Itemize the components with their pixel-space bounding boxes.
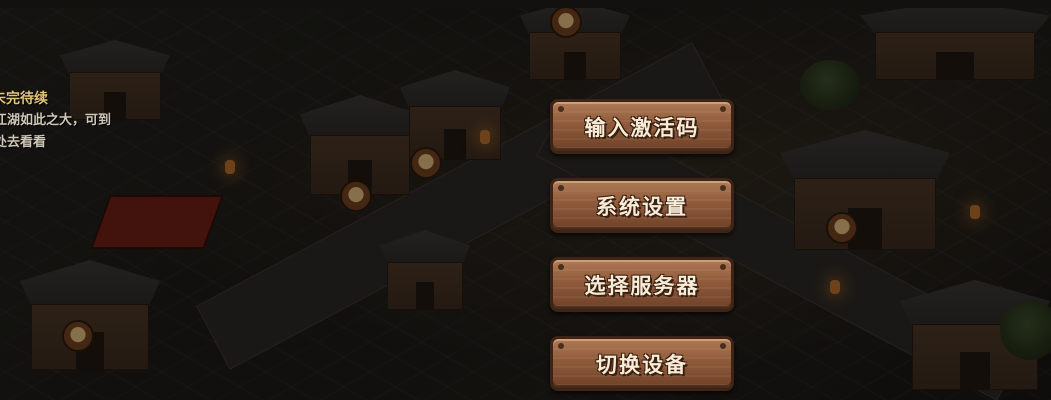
select-server-button[interactable]: 选择服务器 bbox=[548, 254, 736, 316]
quest-notice: 未完待续 江湖如此之大，可到 处去看看 bbox=[0, 88, 170, 154]
town-map-background bbox=[0, 0, 1051, 400]
overlay-dim bbox=[0, 0, 1051, 400]
button-label: 系统设置 bbox=[596, 195, 688, 219]
button-label: 输入激活码 bbox=[584, 116, 700, 140]
quest-text-line-2: 处去看看 bbox=[0, 135, 47, 150]
quest-title: 未完待续 bbox=[0, 91, 48, 107]
quest-text-line-1: 江湖如此之大，可到 bbox=[0, 113, 112, 128]
button-label: 选择服务器 bbox=[584, 274, 700, 298]
settings-menu: 输入激活码 系统设置 选择服务器 切换设备 bbox=[548, 96, 740, 400]
enter-activation-code-button[interactable]: 输入激活码 bbox=[548, 96, 736, 158]
system-settings-button[interactable]: 系统设置 bbox=[548, 175, 736, 237]
top-edge-bar bbox=[0, 0, 1051, 8]
switch-device-button[interactable]: 切换设备 bbox=[548, 333, 736, 395]
game-screen: 未完待续 江湖如此之大，可到 处去看看 输入激活码 系统设置 选择服务器 切换设… bbox=[0, 0, 1051, 400]
button-label: 切换设备 bbox=[596, 353, 688, 377]
